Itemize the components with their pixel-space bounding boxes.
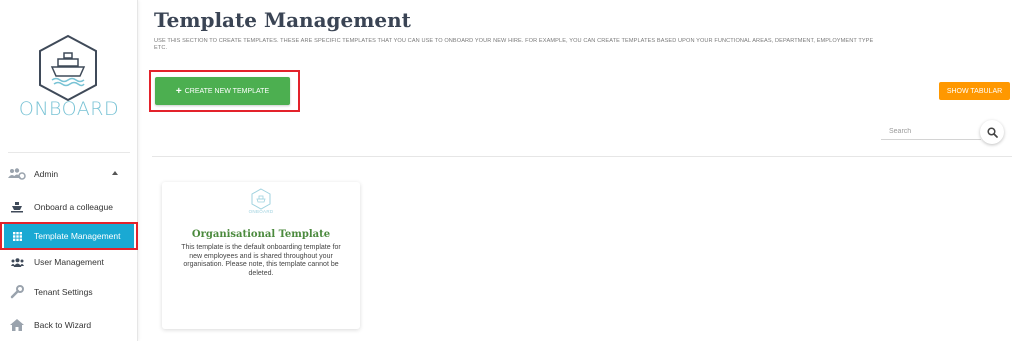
sidebar-item-label: Tenant Settings: [34, 287, 93, 297]
create-button-label: CREATE NEW TEMPLATE: [184, 87, 270, 95]
sidebar-divider: [8, 152, 130, 153]
users-icon: [4, 257, 30, 267]
card-brand-name: ONBOARD: [248, 209, 274, 214]
brand-name: ONBOARD: [18, 98, 120, 120]
ship-icon: [4, 201, 30, 213]
sidebar-item-label: User Management: [34, 257, 104, 267]
sidebar-item-label: Back to Wizard: [34, 320, 92, 330]
caret-up-icon: [112, 171, 118, 175]
page-title: Template Management: [154, 8, 411, 32]
wrench-icon: [4, 285, 30, 299]
page-description: USE THIS SECTION TO CREATE TEMPLATES. TH…: [154, 38, 874, 51]
plus-icon: +: [175, 85, 182, 97]
users-gear-icon: [4, 168, 30, 180]
show-tabular-button[interactable]: SHOW TABULAR: [939, 82, 1010, 100]
sidebar-item-back-to-wizard[interactable]: Back to Wizard: [4, 313, 134, 337]
ship-logo-icon: [39, 34, 97, 102]
card-description: This template is the default onboarding …: [181, 244, 341, 277]
sidebar-item-onboard[interactable]: Onboard a colleague: [4, 195, 134, 219]
card-title: Organisational Template: [191, 229, 331, 240]
sidebar-item-tenant-settings[interactable]: Tenant Settings: [4, 280, 134, 304]
search-input[interactable]: [881, 124, 981, 140]
home-icon: [4, 319, 30, 331]
sidebar-item-admin[interactable]: Admin: [4, 162, 134, 186]
sidebar-item-label: Admin: [34, 169, 59, 179]
sidebar: ONBOARD Admin Onboard a colleague Templa…: [0, 0, 138, 341]
ship-logo-icon: [251, 188, 271, 210]
highlight-box-nav: [0, 222, 138, 250]
tabular-button-label: SHOW TABULAR: [946, 87, 1003, 95]
sidebar-item-label: Onboard a colleague: [34, 202, 113, 212]
search-icon: [986, 126, 998, 138]
sidebar-item-user-management[interactable]: User Management: [4, 250, 134, 274]
brand-logo[interactable]: ONBOARD: [0, 0, 138, 150]
app: ONBOARD Admin Onboard a colleague Templa…: [0, 0, 1024, 341]
create-new-template-button[interactable]: + CREATE NEW TEMPLATE: [155, 77, 290, 105]
search-button[interactable]: [980, 120, 1004, 144]
template-card[interactable]: ONBOARD Organisational Template This tem…: [162, 182, 360, 329]
content-divider: [152, 156, 1012, 157]
